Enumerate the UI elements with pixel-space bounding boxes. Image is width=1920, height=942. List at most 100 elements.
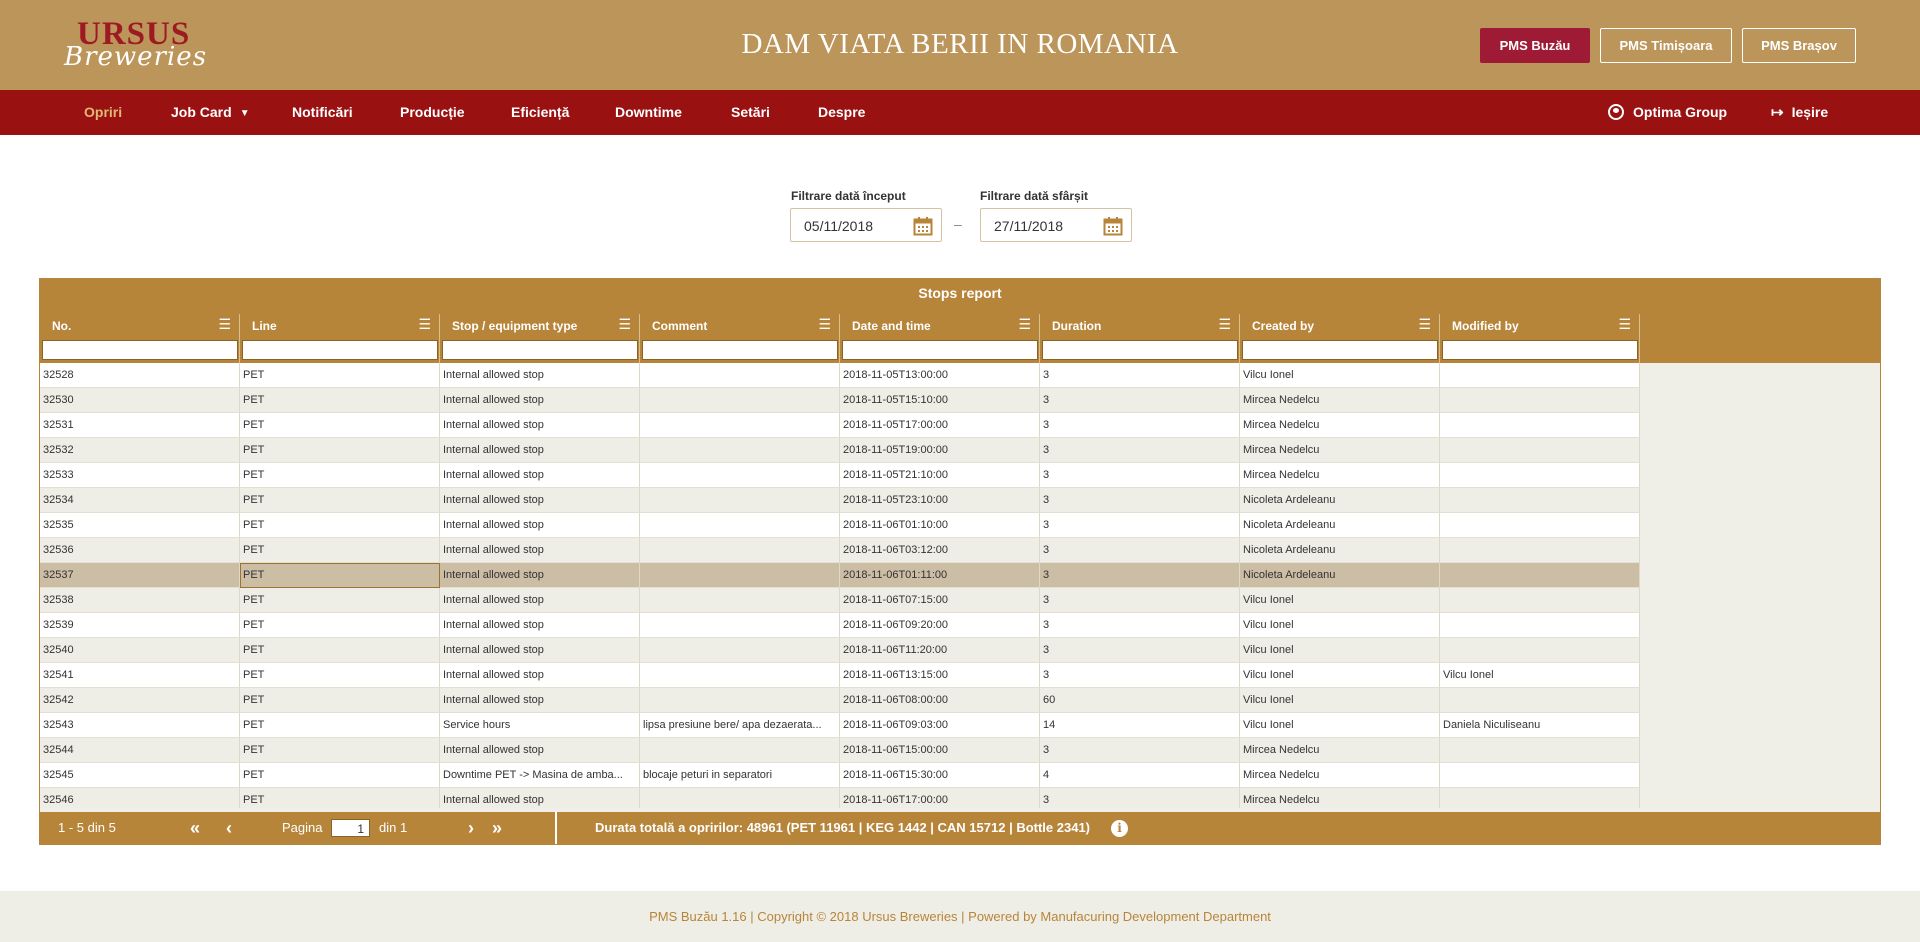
cell-no[interactable]: 32537 bbox=[40, 563, 240, 588]
calendar-icon[interactable] bbox=[913, 216, 933, 236]
cell-modified-by[interactable] bbox=[1440, 763, 1640, 788]
cell-created-by[interactable]: Mircea Nedelcu bbox=[1240, 788, 1440, 808]
cell-date-time[interactable]: 2018-11-06T17:00:00 bbox=[840, 788, 1040, 808]
end-date-picker[interactable]: 27/11/2018 bbox=[980, 208, 1132, 242]
column-filter-input[interactable] bbox=[1242, 340, 1438, 360]
cell-stop-type[interactable]: Internal allowed stop bbox=[440, 563, 640, 588]
cell-no[interactable]: 32530 bbox=[40, 388, 240, 413]
table-row[interactable]: 32540 PET Internal allowed stop 2018-11-06T… bbox=[40, 638, 1640, 663]
cell-modified-by[interactable] bbox=[1440, 388, 1640, 413]
cell-duration[interactable]: 3 bbox=[1040, 663, 1240, 688]
cell-modified-by[interactable] bbox=[1440, 438, 1640, 463]
cell-comment[interactable] bbox=[640, 738, 840, 763]
cell-comment[interactable] bbox=[640, 563, 840, 588]
cell-created-by[interactable]: Vilcu Ionel bbox=[1240, 363, 1440, 388]
cell-created-by[interactable]: Mircea Nedelcu bbox=[1240, 388, 1440, 413]
cell-modified-by[interactable] bbox=[1440, 538, 1640, 563]
cell-stop-type[interactable]: Internal allowed stop bbox=[440, 588, 640, 613]
cell-no[interactable]: 32532 bbox=[40, 438, 240, 463]
column-filter-input[interactable] bbox=[442, 340, 638, 360]
cell-duration[interactable]: 3 bbox=[1040, 488, 1240, 513]
cell-comment[interactable] bbox=[640, 788, 840, 808]
cell-duration[interactable]: 60 bbox=[1040, 688, 1240, 713]
cell-modified-by[interactable] bbox=[1440, 488, 1640, 513]
cell-line[interactable]: PET bbox=[240, 763, 440, 788]
calendar-icon[interactable] bbox=[1103, 216, 1123, 236]
cell-comment[interactable] bbox=[640, 388, 840, 413]
cell-duration[interactable]: 4 bbox=[1040, 763, 1240, 788]
cell-comment[interactable] bbox=[640, 438, 840, 463]
prev-page-icon[interactable]: ‹ bbox=[226, 812, 232, 844]
column-filter-input[interactable] bbox=[42, 340, 238, 360]
cell-line[interactable]: PET bbox=[240, 413, 440, 438]
column-header-modified-by[interactable]: Modified by ☰ bbox=[1440, 314, 1640, 363]
user-menu[interactable]: Optima Group bbox=[1608, 90, 1727, 135]
cell-no[interactable]: 32536 bbox=[40, 538, 240, 563]
cell-no[interactable]: 32543 bbox=[40, 713, 240, 738]
cell-no[interactable]: 32545 bbox=[40, 763, 240, 788]
cell-modified-by[interactable] bbox=[1440, 738, 1640, 763]
cell-duration[interactable]: 3 bbox=[1040, 388, 1240, 413]
cell-stop-type[interactable]: Internal allowed stop bbox=[440, 638, 640, 663]
cell-duration[interactable]: 3 bbox=[1040, 413, 1240, 438]
cell-duration[interactable]: 3 bbox=[1040, 438, 1240, 463]
column-header-created-by[interactable]: Created by ☰ bbox=[1240, 314, 1440, 363]
nav-item-despre[interactable]: Despre bbox=[818, 90, 865, 135]
table-row[interactable]: 32543 PET Service hours lipsa presiune bere… bbox=[40, 713, 1640, 738]
cell-modified-by[interactable] bbox=[1440, 688, 1640, 713]
cell-date-time[interactable]: 2018-11-06T09:20:00 bbox=[840, 613, 1040, 638]
cell-duration[interactable]: 3 bbox=[1040, 563, 1240, 588]
site-button-brasov[interactable]: PMS Brașov bbox=[1742, 28, 1856, 63]
cell-line[interactable]: PET bbox=[240, 563, 440, 588]
cell-created-by[interactable]: Nicoleta Ardeleanu bbox=[1240, 563, 1440, 588]
cell-modified-by[interactable] bbox=[1440, 463, 1640, 488]
cell-modified-by[interactable] bbox=[1440, 638, 1640, 663]
cell-stop-type[interactable]: Internal allowed stop bbox=[440, 513, 640, 538]
cell-no[interactable]: 32542 bbox=[40, 688, 240, 713]
cell-created-by[interactable]: Vilcu Ionel bbox=[1240, 638, 1440, 663]
cell-comment[interactable] bbox=[640, 588, 840, 613]
last-page-icon[interactable]: » bbox=[492, 812, 502, 844]
cell-duration[interactable]: 3 bbox=[1040, 538, 1240, 563]
cell-no[interactable]: 32533 bbox=[40, 463, 240, 488]
cell-no[interactable]: 32540 bbox=[40, 638, 240, 663]
cell-no[interactable]: 32528 bbox=[40, 363, 240, 388]
cell-comment[interactable] bbox=[640, 413, 840, 438]
column-menu-icon[interactable]: ☰ bbox=[218, 316, 231, 333]
cell-created-by[interactable]: Mircea Nedelcu bbox=[1240, 413, 1440, 438]
cell-duration[interactable]: 3 bbox=[1040, 613, 1240, 638]
table-row[interactable]: 32534 PET Internal allowed stop 2018-11-05T… bbox=[40, 488, 1640, 513]
column-menu-icon[interactable]: ☰ bbox=[1218, 316, 1231, 333]
cell-comment[interactable]: blocaje peturi in separatori bbox=[640, 763, 840, 788]
cell-created-by[interactable]: Mircea Nedelcu bbox=[1240, 438, 1440, 463]
cell-date-time[interactable]: 2018-11-06T01:11:00 bbox=[840, 563, 1040, 588]
nav-item-opriri[interactable]: Opriri bbox=[84, 90, 122, 135]
column-menu-icon[interactable]: ☰ bbox=[1418, 316, 1431, 333]
cell-date-time[interactable]: 2018-11-06T11:20:00 bbox=[840, 638, 1040, 663]
cell-modified-by[interactable] bbox=[1440, 413, 1640, 438]
cell-created-by[interactable]: Vilcu Ionel bbox=[1240, 713, 1440, 738]
table-row[interactable]: 32545 PET Downtime PET -> Masina de amba..… bbox=[40, 763, 1640, 788]
cell-date-time[interactable]: 2018-11-05T21:10:00 bbox=[840, 463, 1040, 488]
table-row[interactable]: 32536 PET Internal allowed stop 2018-11-06T… bbox=[40, 538, 1640, 563]
column-filter-input[interactable] bbox=[842, 340, 1038, 360]
cell-date-time[interactable]: 2018-11-06T15:30:00 bbox=[840, 763, 1040, 788]
cell-no[interactable]: 32538 bbox=[40, 588, 240, 613]
cell-stop-type[interactable]: Downtime PET -> Masina de amba... bbox=[440, 763, 640, 788]
column-header-duration[interactable]: Duration ☰ bbox=[1040, 314, 1240, 363]
table-row[interactable]: 32542 PET Internal allowed stop 2018-11-06T… bbox=[40, 688, 1640, 713]
cell-duration[interactable]: 14 bbox=[1040, 713, 1240, 738]
column-filter-input[interactable] bbox=[1042, 340, 1238, 360]
cell-comment[interactable]: lipsa presiune bere/ apa dezaerata... bbox=[640, 713, 840, 738]
column-header-line[interactable]: Line ☰ bbox=[240, 314, 440, 363]
table-row[interactable]: 32528 PET Internal allowed stop 2018-11-05T… bbox=[40, 363, 1640, 388]
table-row[interactable]: 32544 PET Internal allowed stop 2018-11-06T… bbox=[40, 738, 1640, 763]
cell-no[interactable]: 32539 bbox=[40, 613, 240, 638]
cell-comment[interactable] bbox=[640, 613, 840, 638]
cell-no[interactable]: 32534 bbox=[40, 488, 240, 513]
cell-modified-by[interactable] bbox=[1440, 588, 1640, 613]
cell-stop-type[interactable]: Service hours bbox=[440, 713, 640, 738]
cell-modified-by[interactable] bbox=[1440, 788, 1640, 808]
cell-date-time[interactable]: 2018-11-06T03:12:00 bbox=[840, 538, 1040, 563]
cell-modified-by[interactable] bbox=[1440, 513, 1640, 538]
